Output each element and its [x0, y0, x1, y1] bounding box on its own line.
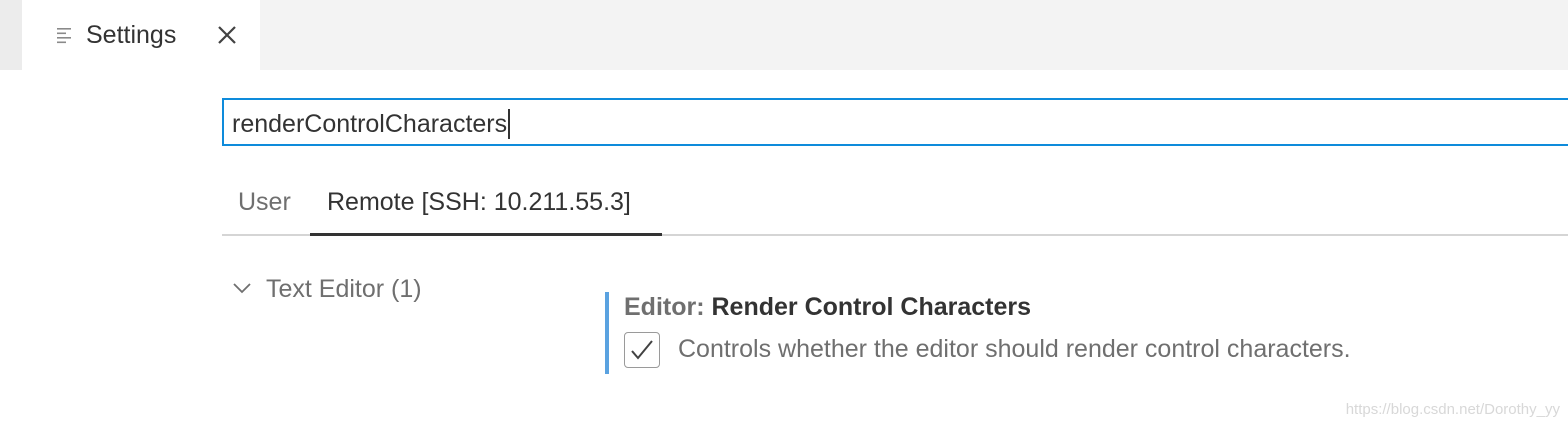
- setting-category: Editor:: [624, 293, 705, 321]
- close-icon[interactable]: [216, 24, 238, 46]
- settings-scope-tabs: User Remote [SSH: 10.211.55.3]: [222, 176, 1568, 236]
- search-query-text: renderControlCharacters: [232, 109, 511, 139]
- chevron-down-icon: [232, 280, 252, 298]
- tab-user-settings[interactable]: User: [238, 186, 291, 218]
- text-cursor: [508, 109, 511, 139]
- checkmark-icon: [631, 340, 653, 360]
- settings-search-input[interactable]: renderControlCharacters: [222, 98, 1568, 146]
- settings-editor-icon: [56, 26, 74, 44]
- editor-tab-bar: Settings: [0, 0, 1568, 70]
- tab-bar-left-strip: [0, 0, 22, 70]
- active-tab-indicator: [310, 233, 662, 236]
- settings-editor-tab[interactable]: Settings: [22, 0, 260, 70]
- setting-title: Editor: Render Control Characters: [624, 292, 1031, 322]
- tab-remote-settings[interactable]: Remote [SSH: 10.211.55.3]: [327, 186, 631, 218]
- tab-title: Settings: [86, 21, 177, 49]
- render-control-characters-checkbox[interactable]: [624, 332, 660, 368]
- setting-render-control-characters: Editor: Render Control Characters Contro…: [605, 292, 1505, 374]
- watermark: https://blog.csdn.net/Dorothy_yy: [1345, 401, 1560, 418]
- setting-description: Controls whether the editor should rende…: [678, 335, 1351, 363]
- setting-name: Render Control Characters: [711, 293, 1032, 321]
- toc-item-label: Text Editor (1): [266, 275, 422, 303]
- modified-indicator-bar: [605, 292, 609, 374]
